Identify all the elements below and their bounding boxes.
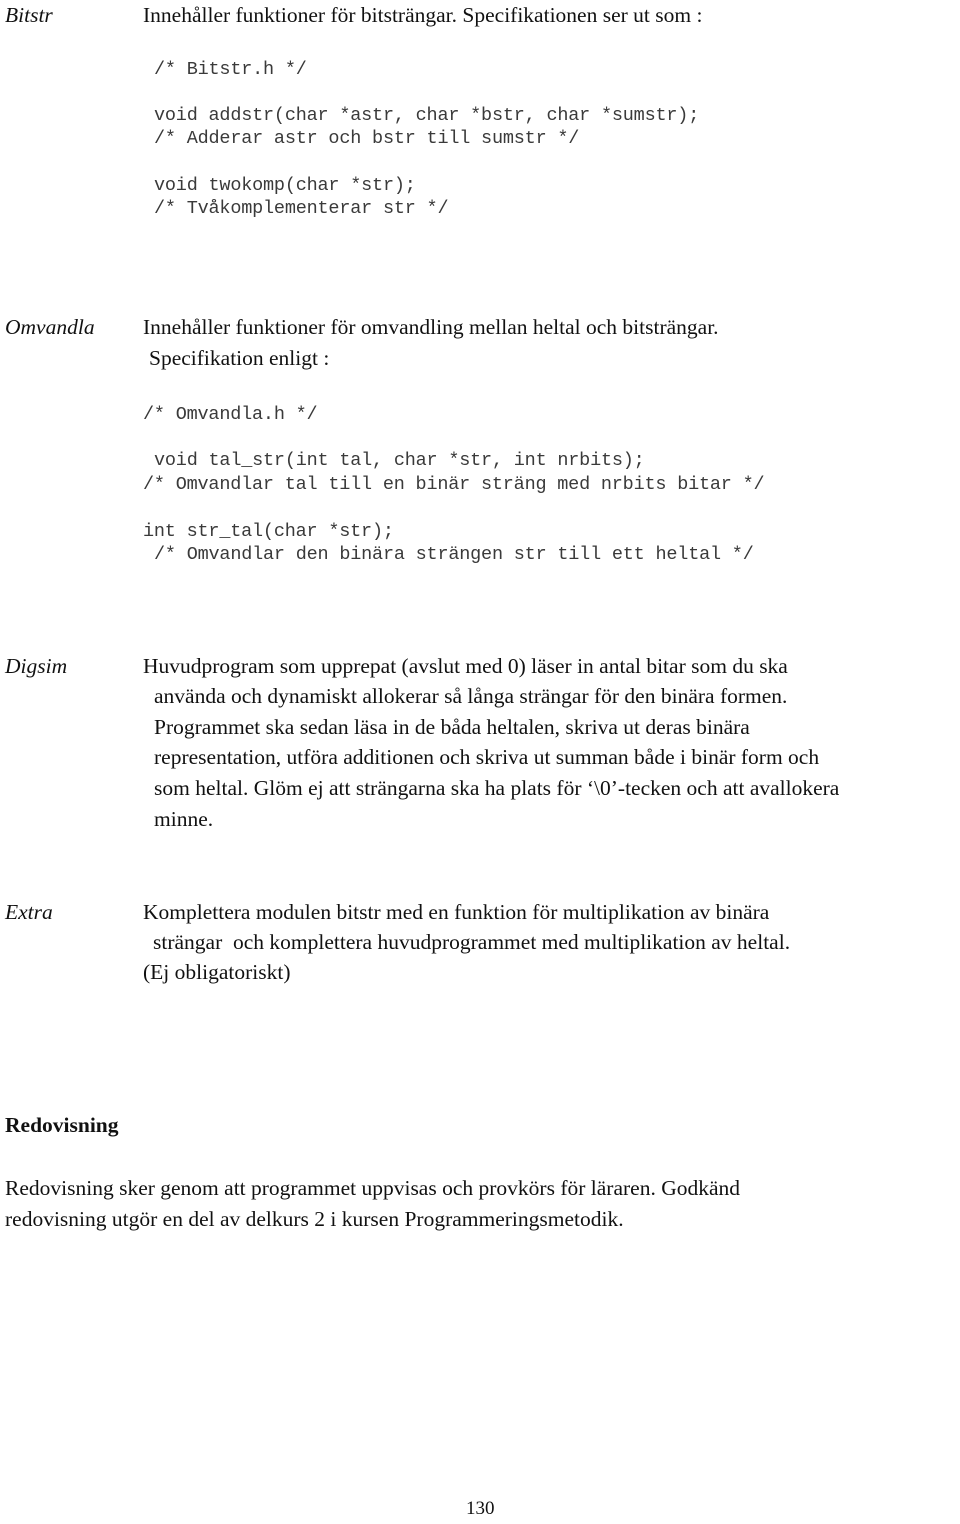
digsim-description-line-5: som heltal. Glöm ej att strängarna ska h…: [154, 776, 840, 800]
digsim-description-line-6: minne.: [154, 807, 214, 831]
redovisning-heading: Redovisning: [5, 1113, 119, 1137]
omvandla-code-str-tal: int str_tal(char *str);: [143, 521, 394, 542]
omvandla-code-str-tal-comment: /* Omvandlar den binära strängen str til…: [154, 544, 754, 565]
omvandla-description-line-2: Specifikation enligt :: [149, 346, 330, 370]
bitstr-code-addstr: void addstr(char *astr, char *bstr, char…: [154, 105, 700, 126]
section-label-bitstr: Bitstr: [5, 3, 53, 27]
bitstr-code-twokomp-comment: /* Tvåkomplementerar str */: [154, 198, 449, 219]
bitstr-code-addstr-comment: /* Adderar astr och bstr till sumstr */: [154, 128, 580, 149]
digsim-description-line-3: Programmet ska sedan läsa in de båda hel…: [154, 715, 750, 739]
redovisning-line-1: Redovisning sker genom att programmet up…: [5, 1176, 741, 1200]
extra-description-line-2: strängar och komplettera huvudprogrammet…: [153, 930, 791, 954]
omvandla-code-tal-str-comment: /* Omvandlar tal till en binär sträng me…: [143, 474, 765, 495]
extra-description-line-1: Komplettera modulen bitstr med en funkti…: [143, 900, 770, 924]
omvandla-code-tal-str: void tal_str(int tal, char *str, int nrb…: [154, 450, 645, 471]
bitstr-description: Innehåller funktioner för bitsträngar. S…: [143, 3, 703, 27]
bitstr-code-header-comment: /* Bitstr.h */: [154, 59, 307, 80]
digsim-description-line-1: Huvudprogram som upprepat (avslut med 0)…: [143, 654, 788, 678]
section-label-extra: Extra: [5, 900, 53, 924]
digsim-description-line-2: använda och dynamiskt allokerar så långa…: [154, 684, 788, 708]
omvandla-description-line-1: Innehåller funktioner för omvandling mel…: [143, 315, 719, 339]
digsim-description-line-4: representation, utföra additionen och sk…: [154, 745, 820, 769]
omvandla-code-header-comment: /* Omvandla.h */: [143, 404, 318, 425]
redovisning-line-2: redovisning utgör en del av delkurs 2 i …: [5, 1207, 624, 1231]
page-number: 130: [466, 1498, 495, 1519]
bitstr-code-twokomp: void twokomp(char *str);: [154, 175, 416, 196]
section-label-omvandla: Omvandla: [5, 315, 95, 339]
extra-description-line-3: (Ej obligatoriskt): [143, 960, 291, 984]
section-label-digsim: Digsim: [5, 654, 68, 678]
